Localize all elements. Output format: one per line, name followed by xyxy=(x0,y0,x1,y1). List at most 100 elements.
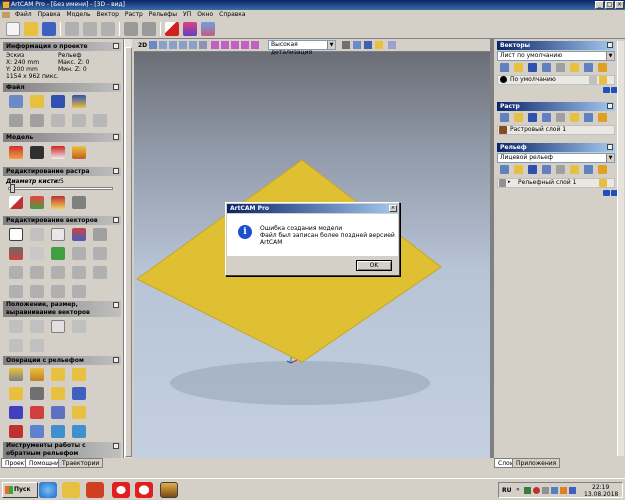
layer-up-icon[interactable] xyxy=(570,63,579,72)
open-model-icon[interactable] xyxy=(30,95,44,108)
pan-icon[interactable] xyxy=(149,41,157,49)
subtract-icon[interactable] xyxy=(30,285,44,298)
zero-plane-icon[interactable] xyxy=(30,425,44,438)
tools-icon[interactable] xyxy=(201,21,215,36)
extend-icon[interactable] xyxy=(93,266,107,279)
rectangle-icon[interactable] xyxy=(51,228,65,241)
join-icon[interactable] xyxy=(72,247,86,260)
rotate-icon[interactable] xyxy=(30,320,44,333)
copy-icon[interactable] xyxy=(72,114,86,127)
delete-raster-icon[interactable] xyxy=(556,113,565,122)
copy-layer-icon[interactable] xyxy=(542,63,551,72)
shading-icon[interactable] xyxy=(342,41,350,49)
delete-layer-icon[interactable] xyxy=(556,63,565,72)
layer-down-icon[interactable] xyxy=(584,63,593,72)
wrap-icon[interactable] xyxy=(30,339,44,352)
new-relief-icon[interactable] xyxy=(500,165,509,174)
books-icon[interactable] xyxy=(183,21,197,36)
pin-icon[interactable] xyxy=(113,134,119,140)
redo-icon[interactable] xyxy=(142,21,156,36)
offset-relief-icon[interactable] xyxy=(30,406,44,419)
tab-toolpaths[interactable]: Траектории xyxy=(58,458,104,468)
chevron-down-icon[interactable]: ▼ xyxy=(606,154,614,162)
zoom-in-icon[interactable] xyxy=(159,41,167,49)
pin-icon[interactable] xyxy=(607,42,613,48)
mirror-icon[interactable] xyxy=(72,266,86,279)
start-button[interactable]: Пуск xyxy=(2,482,38,498)
pin-icon[interactable] xyxy=(607,144,613,150)
redo-icon[interactable] xyxy=(30,114,44,127)
raster-bulb-icon[interactable] xyxy=(598,113,607,122)
menu-window[interactable]: Окно xyxy=(194,11,216,18)
texture-icon[interactable] xyxy=(30,387,44,400)
tab-applications[interactable]: Приложения xyxy=(512,458,561,468)
wireframe-icon[interactable] xyxy=(353,41,361,49)
scale-relief-icon[interactable] xyxy=(72,387,86,400)
grid-icon[interactable] xyxy=(51,247,65,260)
model-color-icon[interactable] xyxy=(30,146,44,159)
align-icon[interactable] xyxy=(72,320,86,333)
relief-collapse-icon[interactable] xyxy=(603,190,610,196)
maximize-button[interactable]: □ xyxy=(605,1,614,9)
tray-network-icon[interactable] xyxy=(524,487,531,494)
sculpt-icon[interactable] xyxy=(9,406,23,419)
relief-up-icon[interactable] xyxy=(570,165,579,174)
material-icon[interactable] xyxy=(364,41,372,49)
ie-icon[interactable] xyxy=(39,482,57,498)
pin-icon[interactable] xyxy=(113,217,119,223)
settings-icon[interactable] xyxy=(388,41,396,49)
fade-icon[interactable] xyxy=(51,406,65,419)
new-layer-icon[interactable] xyxy=(500,63,509,72)
vector-sheet-select[interactable]: Лист по умолчанию ▼ xyxy=(497,51,615,61)
side-view-icon[interactable] xyxy=(241,41,249,49)
model-reset-icon[interactable] xyxy=(72,146,86,159)
bitmap-to-vector-icon[interactable] xyxy=(9,247,23,260)
chevron-down-icon[interactable]: ▼ xyxy=(327,41,335,49)
brush-slider-thumb[interactable] xyxy=(10,184,15,193)
language-indicator[interactable]: RU xyxy=(502,487,512,494)
weld-icon[interactable] xyxy=(9,285,23,298)
new-raster-icon[interactable] xyxy=(500,113,509,122)
position-header[interactable]: Положение, размер, выравнивание векторов xyxy=(3,301,121,317)
shape-editor-icon[interactable] xyxy=(9,368,23,381)
layer-color-icon[interactable] xyxy=(500,76,507,83)
cut-icon[interactable] xyxy=(65,21,79,36)
yandex-icon[interactable] xyxy=(135,482,153,498)
trim-icon[interactable] xyxy=(93,247,107,260)
copy-relief-icon[interactable] xyxy=(542,165,551,174)
relief-select[interactable]: Лицевой рельеф ▼ xyxy=(497,153,615,163)
clock-time[interactable]: 22:19 xyxy=(592,484,609,491)
raster-edit-header[interactable]: Редактирование растра xyxy=(3,167,121,176)
save-file-icon[interactable] xyxy=(42,21,56,36)
undo-icon[interactable] xyxy=(124,21,138,36)
zoom-out-icon[interactable] xyxy=(169,41,177,49)
reset-relief-icon[interactable] xyxy=(51,425,65,438)
create-relief-icon[interactable] xyxy=(9,425,23,438)
node-edit-icon[interactable] xyxy=(30,228,44,241)
dialog-close-icon[interactable]: × xyxy=(389,205,397,212)
edit-icon[interactable] xyxy=(165,21,179,36)
break-icon[interactable] xyxy=(72,285,86,298)
menu-vector[interactable]: Вектор xyxy=(93,11,121,18)
raster-header[interactable]: Растр xyxy=(497,102,615,111)
save-relief-icon[interactable] xyxy=(528,165,537,174)
relief-header[interactable]: Рельеф xyxy=(497,143,615,152)
delete-relief-icon[interactable] xyxy=(556,165,565,174)
raster-down-icon[interactable] xyxy=(584,113,593,122)
undo-icon[interactable] xyxy=(9,114,23,127)
transform-icon[interactable] xyxy=(93,228,107,241)
pin-icon[interactable] xyxy=(113,84,119,90)
bulb-icon[interactable] xyxy=(598,63,607,72)
media-player-icon[interactable] xyxy=(86,482,104,498)
relief-bulb-icon[interactable] xyxy=(598,165,607,174)
vector-edit-header[interactable]: Редактирование векторов xyxy=(3,216,121,225)
menu-model[interactable]: Модель xyxy=(63,11,93,18)
copy-raster-icon[interactable] xyxy=(542,113,551,122)
project-info-header[interactable]: Информация о проекте xyxy=(3,42,121,51)
layer-lock-icon[interactable] xyxy=(589,76,597,84)
tray-monitor-icon[interactable] xyxy=(569,487,576,494)
2d-view-button[interactable]: 2D xyxy=(138,42,147,49)
top-view-icon[interactable] xyxy=(221,41,229,49)
smooth-relief-icon[interactable] xyxy=(51,387,65,400)
paste-icon[interactable] xyxy=(93,114,107,127)
